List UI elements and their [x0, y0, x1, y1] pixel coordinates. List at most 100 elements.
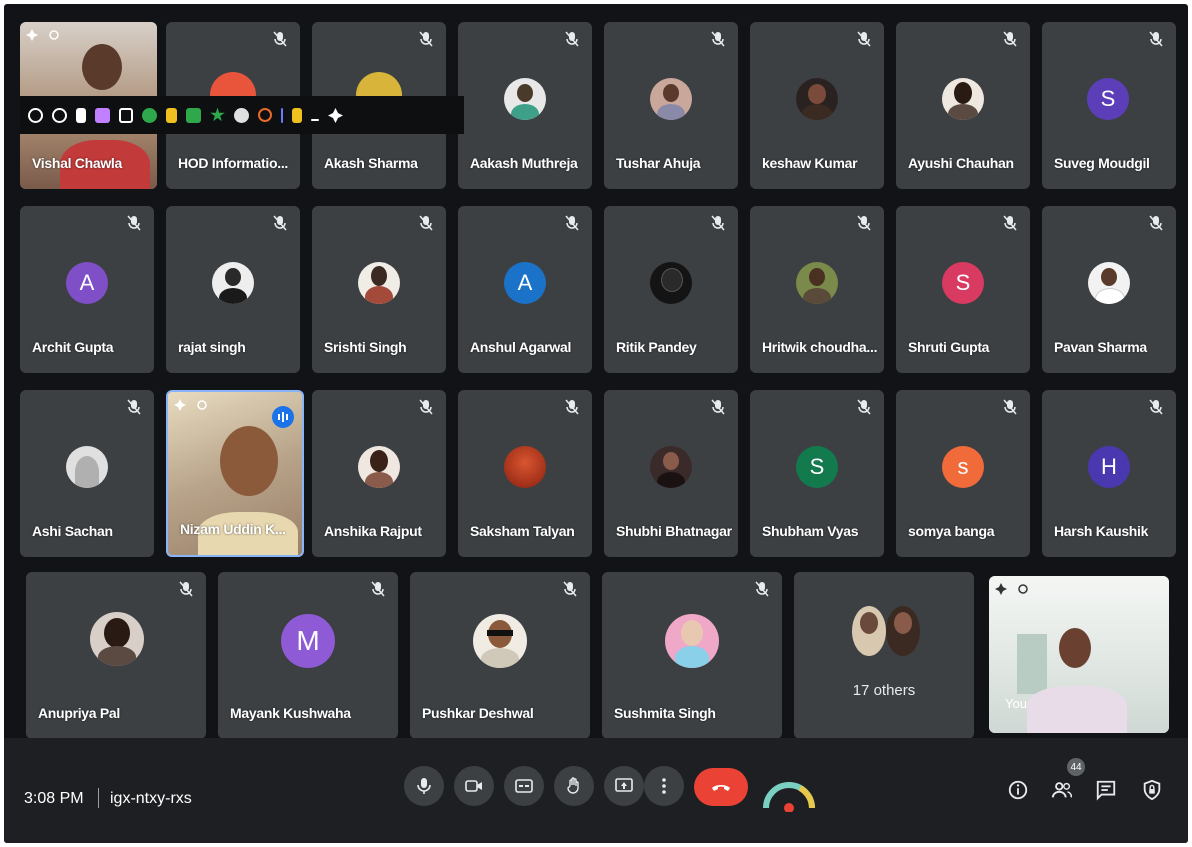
participant-tile[interactable]: Saksham Talyan	[458, 390, 592, 557]
meeting-timer-widget[interactable]	[760, 768, 818, 813]
participant-tile-video-active-speaker[interactable]: Nizam Uddin K...	[166, 390, 304, 557]
mic-button[interactable]	[404, 766, 444, 806]
participant-tile[interactable]: A Archit Gupta	[20, 206, 154, 373]
pin-icon[interactable]	[26, 28, 38, 41]
participant-tile[interactable]: S Shruti Gupta	[896, 206, 1030, 373]
phone-hangup-icon	[712, 785, 730, 791]
participant-tile[interactable]: S Shubham Vyas	[750, 390, 884, 557]
minimize-icon[interactable]	[311, 119, 319, 121]
participant-name: Mayank Kushwaha	[230, 705, 351, 721]
avatar	[473, 614, 527, 668]
participant-tile[interactable]: Hritwik choudha...	[750, 206, 884, 373]
participant-name: Sushmita Singh	[614, 705, 716, 721]
raise-hand-button[interactable]	[554, 766, 594, 806]
avatar: s	[942, 446, 984, 488]
participant-tile[interactable]: Shubhi Bhatnagar	[604, 390, 738, 557]
avatar	[358, 446, 400, 488]
mic-off-icon	[127, 399, 141, 415]
participant-name: Ritik Pandey	[616, 339, 697, 355]
hand-icon[interactable]	[95, 107, 110, 123]
participant-tile[interactable]: Ayushi Chauhan	[896, 22, 1030, 189]
participant-tile[interactable]: Srishti Singh	[312, 206, 446, 373]
participant-tile[interactable]: Ashi Sachan	[20, 390, 154, 557]
participant-tile[interactable]: s somya banga	[896, 390, 1030, 557]
bottom-control-bar: 3:08 PM igx-ntxy-rxs 44	[4, 738, 1188, 843]
settings-icon[interactable]	[234, 107, 249, 123]
participant-name: Ayushi Chauhan	[908, 155, 1014, 171]
refresh-icon[interactable]	[48, 28, 60, 40]
move-icon[interactable]	[328, 107, 343, 123]
avatar	[650, 78, 692, 120]
mic-off-icon	[711, 215, 725, 231]
chat-button[interactable]	[1094, 778, 1118, 802]
award-icon[interactable]	[166, 107, 177, 123]
shield-lock-icon	[1143, 779, 1161, 801]
pin-icon[interactable]	[995, 582, 1007, 595]
refresh-icon[interactable]	[196, 398, 208, 410]
refresh-icon[interactable]	[1017, 582, 1029, 594]
person-body	[1027, 686, 1127, 733]
participant-tile[interactable]: Tushar Ahuja	[604, 22, 738, 189]
present-button[interactable]	[604, 766, 644, 806]
avatar	[665, 614, 719, 668]
participant-tile[interactable]: A Anshul Agarwal	[458, 206, 592, 373]
speaker-icon[interactable]	[76, 107, 86, 123]
captions-icon	[515, 779, 533, 793]
camera-button[interactable]	[454, 766, 494, 806]
mic-off-icon	[419, 215, 433, 231]
mic-off-icon	[371, 581, 385, 597]
grid-icon[interactable]	[142, 107, 157, 123]
participant-tile[interactable]: Ritik Pandey	[604, 206, 738, 373]
mic-off-icon	[755, 581, 769, 597]
end-call-button[interactable]	[694, 768, 748, 806]
background-object	[1017, 634, 1047, 694]
star-icon[interactable]	[210, 107, 225, 122]
meeting-info-button[interactable]	[1006, 778, 1030, 802]
people-button[interactable]	[1050, 778, 1074, 802]
participant-tile[interactable]: Pavan Sharma	[1042, 206, 1176, 373]
chat-icon[interactable]	[186, 107, 201, 123]
mic-off-icon	[711, 399, 725, 415]
self-video-tile[interactable]: You	[989, 576, 1169, 733]
pin-icon[interactable]	[174, 398, 186, 411]
participant-name: keshaw Kumar	[762, 155, 858, 171]
participant-name: Anshul Agarwal	[470, 339, 572, 355]
heart-icon[interactable]	[258, 108, 272, 122]
avatar: S	[796, 446, 838, 488]
host-controls-button[interactable]	[1140, 778, 1164, 802]
participant-tile[interactable]: keshaw Kumar	[750, 22, 884, 189]
divider	[98, 788, 99, 808]
others-tile[interactable]: 17 others	[794, 572, 974, 739]
mic-off-icon	[711, 31, 725, 47]
participant-name: Akash Sharma	[324, 155, 418, 171]
more-options-button[interactable]	[644, 766, 684, 806]
forward-icon[interactable]	[292, 107, 302, 123]
divider-icon	[281, 107, 283, 123]
participant-name: Vishal Chawla	[32, 155, 122, 171]
participant-tile[interactable]: Anshika Rajput	[312, 390, 446, 557]
participant-tile[interactable]: Sushmita Singh	[602, 572, 782, 739]
participant-tile[interactable]: M Mayank Kushwaha	[218, 572, 398, 739]
avatar: A	[504, 262, 546, 304]
mic-off-icon	[857, 31, 871, 47]
participant-name: You	[1005, 696, 1027, 711]
info-icon[interactable]	[28, 107, 43, 123]
participant-name: somya banga	[908, 523, 995, 539]
mic-off-icon	[419, 31, 433, 47]
participant-tile[interactable]: H Harsh Kaushik	[1042, 390, 1176, 557]
participant-tile[interactable]: S Suveg Moudgil	[1042, 22, 1176, 189]
captions-button[interactable]	[504, 766, 544, 806]
avatar	[90, 612, 144, 666]
info-icon	[1008, 780, 1028, 800]
caption-icon[interactable]	[52, 107, 67, 123]
participant-name: HOD Informatio...	[178, 155, 289, 171]
participant-tile[interactable]: Anupriya Pal	[26, 572, 206, 739]
mic-off-icon	[1003, 399, 1017, 415]
avatar	[650, 446, 692, 488]
avatar	[650, 262, 692, 304]
participant-tile[interactable]: Aakash Muthreja	[458, 22, 592, 189]
participant-name: Archit Gupta	[32, 339, 114, 355]
clipboard-icon[interactable]	[119, 107, 133, 123]
participant-tile[interactable]: rajat singh	[166, 206, 300, 373]
participant-tile[interactable]: Pushkar Deshwal	[410, 572, 590, 739]
